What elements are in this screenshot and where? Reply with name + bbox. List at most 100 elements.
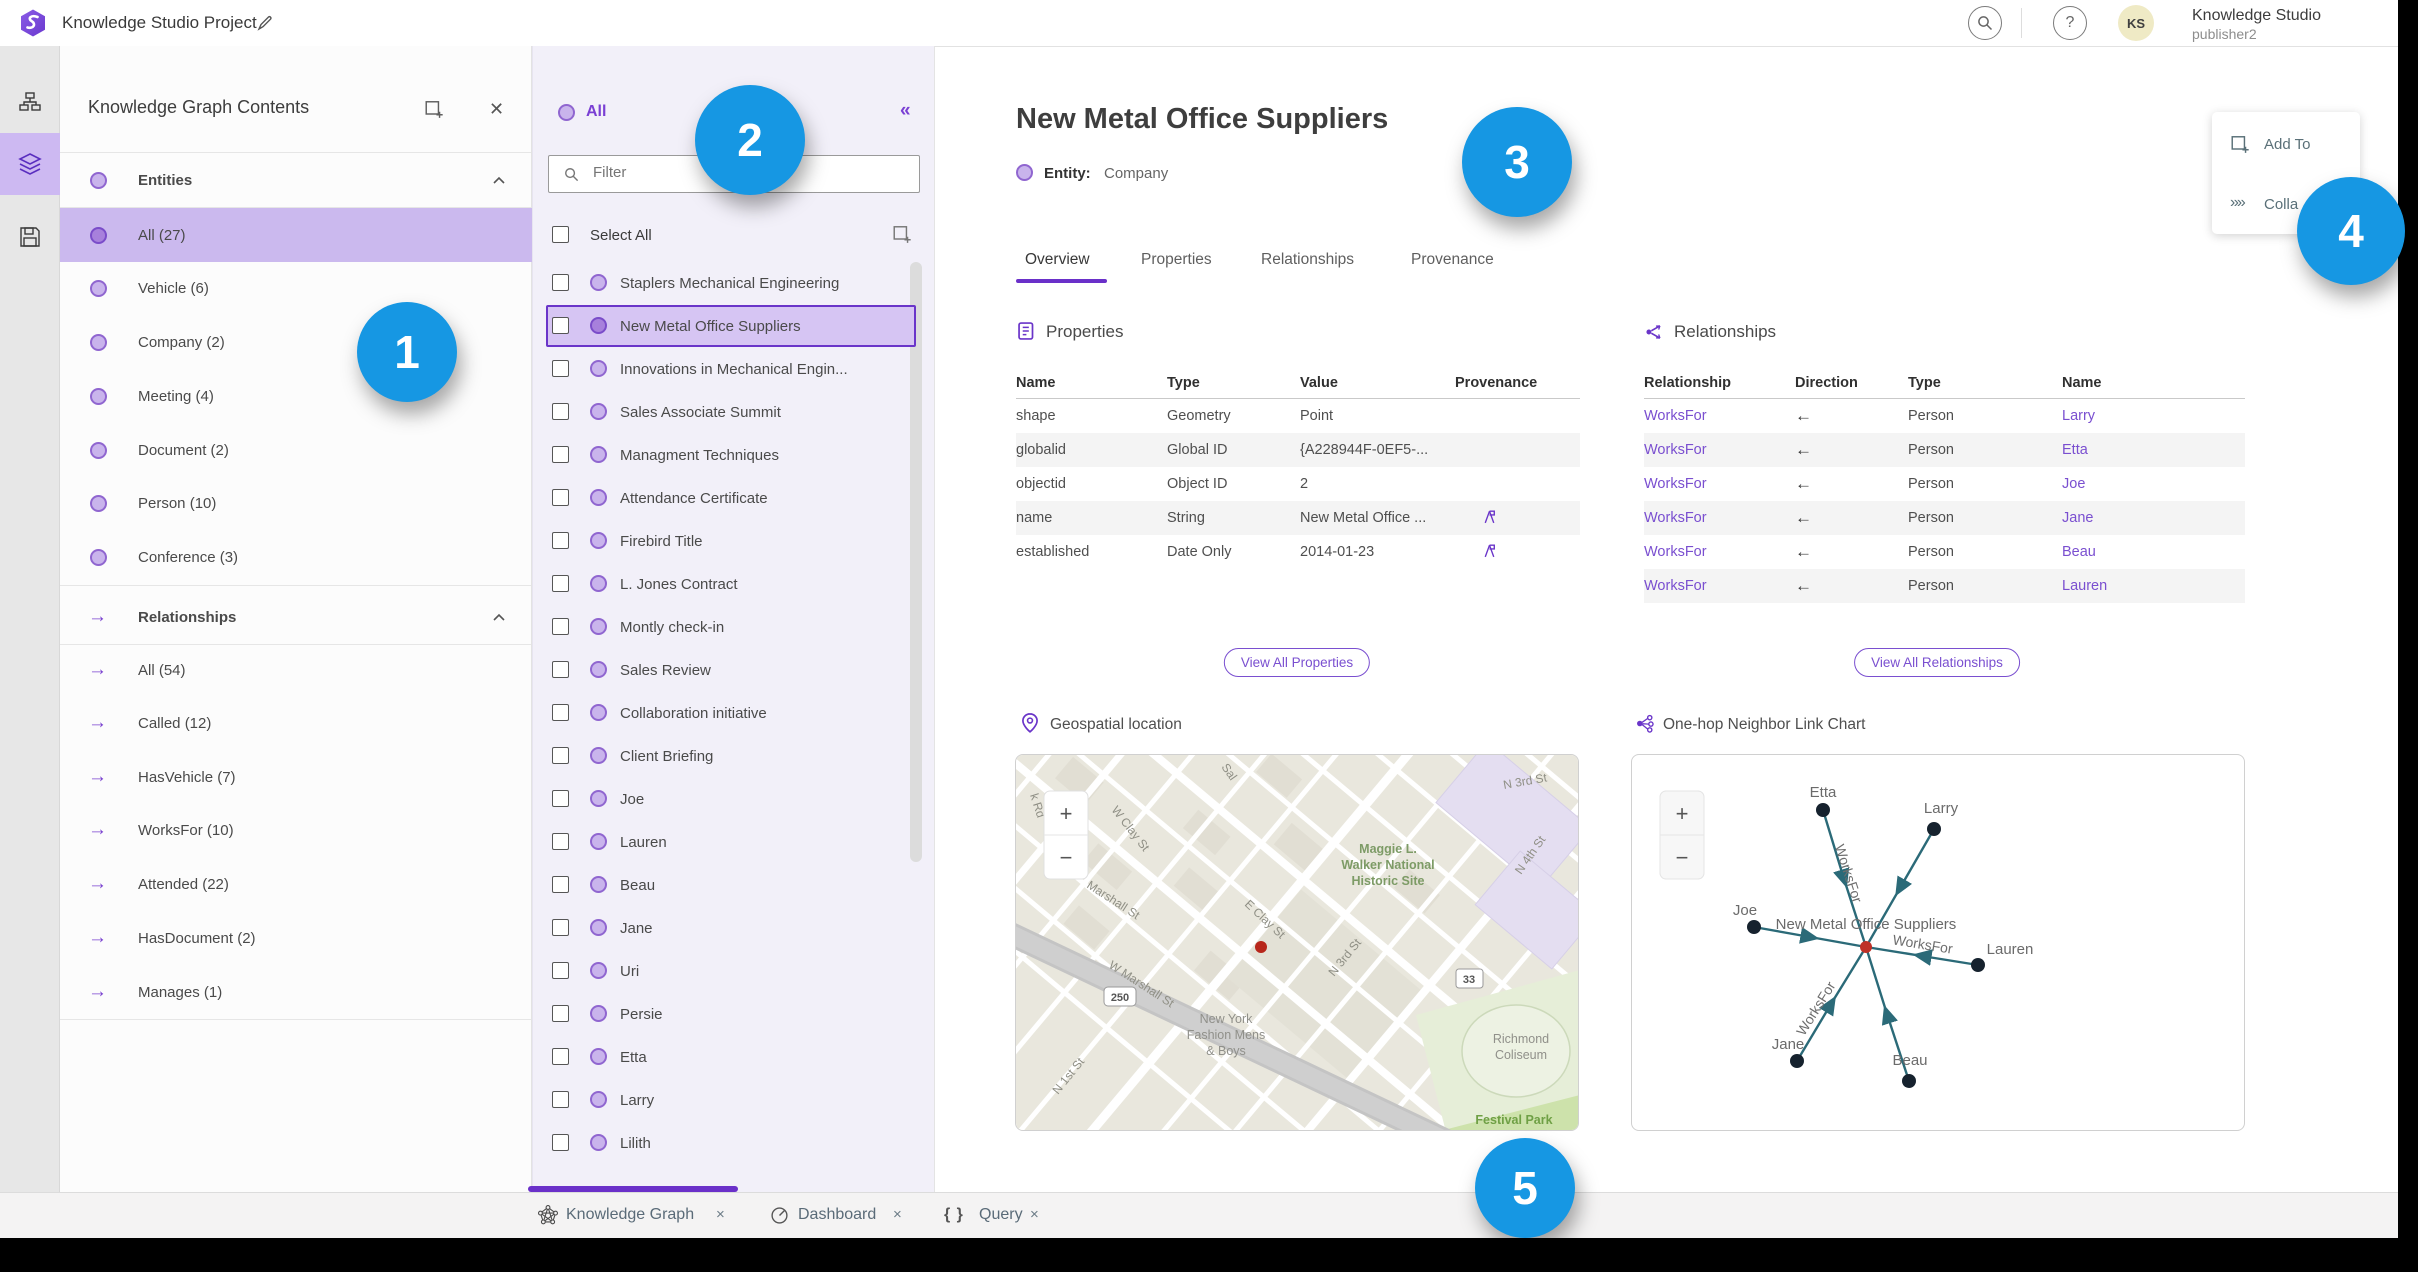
add-to-map-icon[interactable] <box>424 99 444 119</box>
sidebar-item-worksfor[interactable]: → WorksFor (10) <box>60 803 532 857</box>
sidebar-item-hasdocument[interactable]: → HasDocument (2) <box>60 911 532 965</box>
list-item[interactable]: Firebird Title <box>532 520 935 562</box>
item-checkbox[interactable] <box>552 962 569 979</box>
tab-query[interactable]: Query <box>979 1206 1023 1224</box>
app-logo-icon[interactable] <box>18 8 48 38</box>
item-checkbox[interactable] <box>552 446 569 463</box>
list-item[interactable]: Jane <box>532 907 935 949</box>
list-item[interactable]: Larry <box>532 1079 935 1121</box>
item-checkbox[interactable] <box>552 317 569 334</box>
entity-link[interactable]: Joe <box>2062 476 2245 492</box>
sidebar-item-rel-all[interactable]: → All (54) <box>60 643 532 697</box>
provenance-flag-icon[interactable] <box>1481 508 1498 525</box>
item-checkbox[interactable] <box>552 618 569 635</box>
section-header-relationships[interactable]: → Relationships <box>60 590 532 644</box>
list-item[interactable]: Montly check-in <box>532 606 935 648</box>
item-checkbox[interactable] <box>552 661 569 678</box>
edit-pencil-icon[interactable] <box>256 14 274 32</box>
list-item[interactable]: Sales Associate Summit <box>532 391 935 433</box>
chevron-up-icon[interactable] <box>492 612 506 622</box>
item-checkbox[interactable] <box>552 1134 569 1151</box>
add-to-map-icon[interactable] <box>892 224 912 244</box>
list-item[interactable]: Beau <box>532 864 935 906</box>
item-checkbox[interactable] <box>552 575 569 592</box>
list-item[interactable]: Sales Review <box>532 649 935 691</box>
rail-contents-button[interactable] <box>0 133 60 195</box>
sidebar-item-document[interactable]: Document (2) <box>60 423 532 477</box>
item-checkbox[interactable] <box>552 833 569 850</box>
avatar[interactable]: KS <box>2118 5 2154 41</box>
link-chart[interactable]: WorksFor WorksFor WorksFor New Metal Off… <box>1631 754 2245 1131</box>
entity-link[interactable]: Lauren <box>2062 578 2245 594</box>
zoom-in-button[interactable]: + <box>1676 801 1689 826</box>
item-checkbox[interactable] <box>552 360 569 377</box>
item-checkbox[interactable] <box>552 704 569 721</box>
rail-save-button[interactable] <box>0 206 60 268</box>
tab-properties[interactable]: Properties <box>1141 251 1212 269</box>
relationship-link[interactable]: WorksFor <box>1644 578 1795 594</box>
item-checkbox[interactable] <box>552 274 569 291</box>
map-zoom-control[interactable]: + − <box>1043 790 1089 880</box>
tab-knowledge-graph[interactable]: Knowledge Graph <box>566 1206 694 1224</box>
geospatial-map[interactable]: k Rd W Clay St Sal Marshall St W Marshal… <box>1015 754 1579 1131</box>
sidebar-item-company[interactable]: Company (2) <box>60 315 532 369</box>
item-checkbox[interactable] <box>552 919 569 936</box>
item-checkbox[interactable] <box>552 1005 569 1022</box>
select-all-checkbox[interactable] <box>552 226 569 243</box>
sidebar-item-conference[interactable]: Conference (3) <box>60 530 532 584</box>
sidebar-item-vehicle[interactable]: Vehicle (6) <box>60 261 532 315</box>
center-node[interactable] <box>1860 941 1872 953</box>
tab-dashboard[interactable]: Dashboard <box>798 1206 876 1224</box>
add-to-menu-item[interactable]: Add To <box>2264 136 2310 153</box>
link-chart-canvas[interactable]: WorksFor WorksFor WorksFor New Metal Off… <box>1632 755 2245 1131</box>
relationship-link[interactable]: WorksFor <box>1644 476 1795 492</box>
close-panel-icon[interactable]: ✕ <box>489 99 504 120</box>
map-marker[interactable] <box>1255 941 1267 953</box>
item-checkbox[interactable] <box>552 489 569 506</box>
view-all-properties-button[interactable]: View All Properties <box>1223 648 1371 677</box>
entity-link[interactable]: Larry <box>2062 408 2245 424</box>
sidebar-item-hasvehicle[interactable]: → HasVehicle (7) <box>60 750 532 804</box>
item-checkbox[interactable] <box>552 876 569 893</box>
relationship-link[interactable]: WorksFor <box>1644 442 1795 458</box>
relationship-link[interactable]: WorksFor <box>1644 408 1795 424</box>
sidebar-item-person[interactable]: Person (10) <box>60 476 532 530</box>
list-item[interactable]: Staplers Mechanical Engineering <box>532 262 935 304</box>
list-item[interactable]: Innovations in Mechanical Engin... <box>532 348 935 390</box>
entity-link[interactable]: Etta <box>2062 442 2245 458</box>
list-item[interactable]: L. Jones Contract <box>532 563 935 605</box>
tab-provenance[interactable]: Provenance <box>1411 251 1494 269</box>
item-checkbox[interactable] <box>552 1048 569 1065</box>
list-item[interactable]: Managment Techniques <box>532 434 935 476</box>
close-tab-icon[interactable]: × <box>893 1206 902 1223</box>
relationship-link[interactable]: WorksFor <box>1644 544 1795 560</box>
collapse-menu-item[interactable]: Colla <box>2264 196 2298 213</box>
close-tab-icon[interactable]: × <box>1030 1206 1039 1223</box>
search-button[interactable] <box>1968 6 2002 40</box>
chevron-up-icon[interactable] <box>492 175 506 185</box>
list-item[interactable]: Lilith <box>532 1122 935 1164</box>
relationship-link[interactable]: WorksFor <box>1644 510 1795 526</box>
list-item[interactable]: Client Briefing <box>532 735 935 777</box>
list-item[interactable]: Attendance Certificate <box>532 477 935 519</box>
provenance-flag-icon[interactable] <box>1481 542 1498 559</box>
chart-zoom-control[interactable]: + − <box>1659 790 1705 880</box>
sidebar-item-entities-all[interactable]: All (27) <box>60 208 532 262</box>
list-item[interactable]: Lauren <box>532 821 935 863</box>
list-item[interactable]: Persie <box>532 993 935 1035</box>
view-all-relationships-button[interactable]: View All Relationships <box>1854 648 2020 677</box>
zoom-out-button[interactable]: − <box>1676 845 1689 870</box>
sidebar-item-meeting[interactable]: Meeting (4) <box>60 369 532 423</box>
sidebar-item-called[interactable]: → Called (12) <box>60 696 532 750</box>
item-checkbox[interactable] <box>552 790 569 807</box>
item-checkbox[interactable] <box>552 1091 569 1108</box>
item-checkbox[interactable] <box>552 532 569 549</box>
item-checkbox[interactable] <box>552 403 569 420</box>
tab-overview[interactable]: Overview <box>1025 251 1090 269</box>
sidebar-item-attended[interactable]: → Attended (22) <box>60 857 532 911</box>
zoom-in-button[interactable]: + <box>1060 801 1073 826</box>
help-button[interactable]: ? <box>2053 6 2087 40</box>
rail-schema-button[interactable] <box>0 71 60 133</box>
list-item[interactable]: Uri <box>532 950 935 992</box>
tab-relationships[interactable]: Relationships <box>1261 251 1354 269</box>
